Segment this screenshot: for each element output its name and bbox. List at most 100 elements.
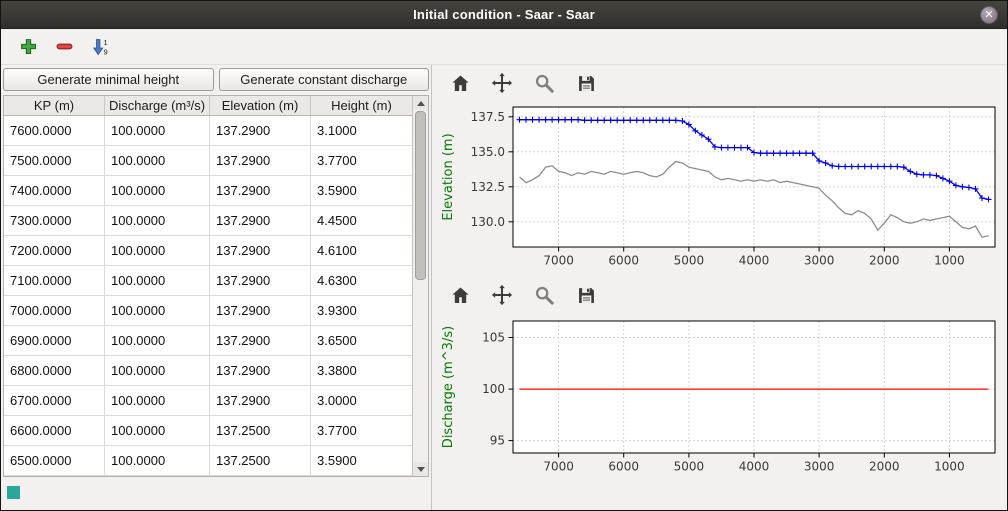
- table-row[interactable]: 6500.0000100.0000137.25003.5900: [4, 446, 412, 476]
- table-cell[interactable]: 137.2900: [210, 266, 311, 295]
- table-cell[interactable]: 7100.0000: [4, 266, 105, 295]
- table-cell[interactable]: 7600.0000: [4, 116, 105, 145]
- table-cell[interactable]: 137.2500: [210, 416, 311, 445]
- svg-text:6000: 6000: [608, 254, 639, 268]
- table-cell[interactable]: 6800.0000: [4, 356, 105, 385]
- table-row[interactable]: 7500.0000100.0000137.29003.7700: [4, 146, 412, 176]
- table-cell[interactable]: 100.0000: [105, 206, 210, 235]
- scroll-down-button[interactable]: [413, 462, 428, 476]
- table-cell[interactable]: 137.2900: [210, 206, 311, 235]
- table-cell[interactable]: 137.2900: [210, 326, 311, 355]
- pan-button[interactable]: [487, 281, 517, 309]
- table-cell[interactable]: 137.2500: [210, 446, 311, 475]
- table-row[interactable]: 7000.0000100.0000137.29003.9300: [4, 296, 412, 326]
- add-row-button[interactable]: [15, 34, 41, 60]
- table-cell[interactable]: 100.0000: [105, 446, 210, 475]
- pan-button[interactable]: [487, 69, 517, 97]
- scrollbar-thumb[interactable]: [415, 111, 426, 280]
- table-row[interactable]: 7600.0000100.0000137.29003.1000: [4, 116, 412, 146]
- table-row[interactable]: 6800.0000100.0000137.29003.3800: [4, 356, 412, 386]
- table-cell[interactable]: 100.0000: [105, 176, 210, 205]
- table-cell[interactable]: 137.2900: [210, 176, 311, 205]
- table-cell[interactable]: 4.6100: [311, 236, 412, 265]
- table-cell[interactable]: 137.2900: [210, 236, 311, 265]
- title-bar[interactable]: Initial condition - Saar - Saar ✕: [1, 1, 1007, 29]
- generate-minimal-height-button[interactable]: Generate minimal height: [3, 68, 214, 91]
- svg-text:Elevation (m): Elevation (m): [441, 133, 456, 220]
- table-row[interactable]: 7200.0000100.0000137.29004.6100: [4, 236, 412, 266]
- table-row[interactable]: 6600.0000100.0000137.25003.7700: [4, 416, 412, 446]
- table-cell[interactable]: 100.0000: [105, 416, 210, 445]
- home-button[interactable]: [445, 281, 475, 309]
- save-icon: [576, 73, 597, 94]
- table-cell[interactable]: 137.2900: [210, 296, 311, 325]
- column-header[interactable]: Elevation (m): [210, 96, 311, 115]
- table-cell[interactable]: 100.0000: [105, 146, 210, 175]
- zoom-button[interactable]: [529, 69, 559, 97]
- table-cell[interactable]: 3.0000: [311, 386, 412, 415]
- table-cell[interactable]: 6900.0000: [4, 326, 105, 355]
- table-row[interactable]: 7300.0000100.0000137.29004.4500: [4, 206, 412, 236]
- table-cell[interactable]: 100.0000: [105, 266, 210, 295]
- table-cell[interactable]: 3.7700: [311, 416, 412, 445]
- table-cell[interactable]: 100.0000: [105, 296, 210, 325]
- table-cell[interactable]: 7500.0000: [4, 146, 105, 175]
- scrollbar-track[interactable]: [413, 110, 428, 462]
- table-cell[interactable]: 3.3800: [311, 356, 412, 385]
- save-button[interactable]: [571, 281, 601, 309]
- svg-text:5000: 5000: [674, 460, 705, 474]
- table-cell[interactable]: 137.2900: [210, 146, 311, 175]
- table-cell[interactable]: 6600.0000: [4, 416, 105, 445]
- remove-row-button[interactable]: [51, 34, 77, 60]
- save-button[interactable]: [571, 69, 601, 97]
- table-cell[interactable]: 100.0000: [105, 116, 210, 145]
- table-row[interactable]: 6700.0000100.0000137.29003.0000: [4, 386, 412, 416]
- table-cell[interactable]: 4.6300: [311, 266, 412, 295]
- table-cell[interactable]: 3.9300: [311, 296, 412, 325]
- elevation-chart[interactable]: 7000600050004000300020001000137.5135.013…: [437, 101, 1007, 277]
- svg-text:105: 105: [482, 331, 505, 345]
- magnifier-icon: [533, 72, 555, 94]
- table-cell[interactable]: 3.5900: [311, 176, 412, 205]
- table-cell[interactable]: 3.7700: [311, 146, 412, 175]
- generate-constant-discharge-button[interactable]: Generate constant discharge: [219, 68, 430, 91]
- table-cell[interactable]: 7200.0000: [4, 236, 105, 265]
- table-cell[interactable]: 6700.0000: [4, 386, 105, 415]
- close-icon: ✕: [981, 7, 997, 23]
- column-header[interactable]: KP (m): [4, 96, 105, 115]
- table-row[interactable]: 7100.0000100.0000137.29004.6300: [4, 266, 412, 296]
- svg-text:Discharge (m^3/s): Discharge (m^3/s): [441, 326, 456, 448]
- discharge-chart[interactable]: 700060005000400030002000100010510095Disc…: [437, 313, 1007, 483]
- svg-text:95: 95: [490, 434, 505, 448]
- close-button[interactable]: ✕: [980, 6, 998, 24]
- table-cell[interactable]: 137.2900: [210, 386, 311, 415]
- table-cell[interactable]: 137.2900: [210, 356, 311, 385]
- generate-buttons-row: Generate minimal height Generate constan…: [3, 68, 429, 91]
- pan-icon: [491, 284, 513, 306]
- table-cell[interactable]: 100.0000: [105, 326, 210, 355]
- pan-icon: [491, 72, 513, 94]
- table-cell[interactable]: 3.1000: [311, 116, 412, 145]
- table-cell[interactable]: 7300.0000: [4, 206, 105, 235]
- table-row[interactable]: 6900.0000100.0000137.29003.6500: [4, 326, 412, 356]
- table-cell[interactable]: 7000.0000: [4, 296, 105, 325]
- magnifier-icon: [533, 284, 555, 306]
- table-cell[interactable]: 3.5900: [311, 446, 412, 475]
- zoom-button[interactable]: [529, 281, 559, 309]
- home-button[interactable]: [445, 69, 475, 97]
- table-cell[interactable]: 100.0000: [105, 356, 210, 385]
- table-cell[interactable]: 6500.0000: [4, 446, 105, 475]
- table-scrollbar[interactable]: [412, 96, 428, 476]
- svg-text:5000: 5000: [674, 254, 705, 268]
- table-cell[interactable]: 100.0000: [105, 386, 210, 415]
- column-header[interactable]: Height (m): [311, 96, 412, 115]
- sort-button[interactable]: 1 9: [87, 34, 113, 60]
- table-cell[interactable]: 3.6500: [311, 326, 412, 355]
- table-cell[interactable]: 4.4500: [311, 206, 412, 235]
- scroll-up-button[interactable]: [413, 96, 428, 110]
- table-cell[interactable]: 7400.0000: [4, 176, 105, 205]
- table-row[interactable]: 7400.0000100.0000137.29003.5900: [4, 176, 412, 206]
- table-cell[interactable]: 100.0000: [105, 236, 210, 265]
- table-cell[interactable]: 137.2900: [210, 116, 311, 145]
- column-header[interactable]: Discharge (m³/s): [105, 96, 210, 115]
